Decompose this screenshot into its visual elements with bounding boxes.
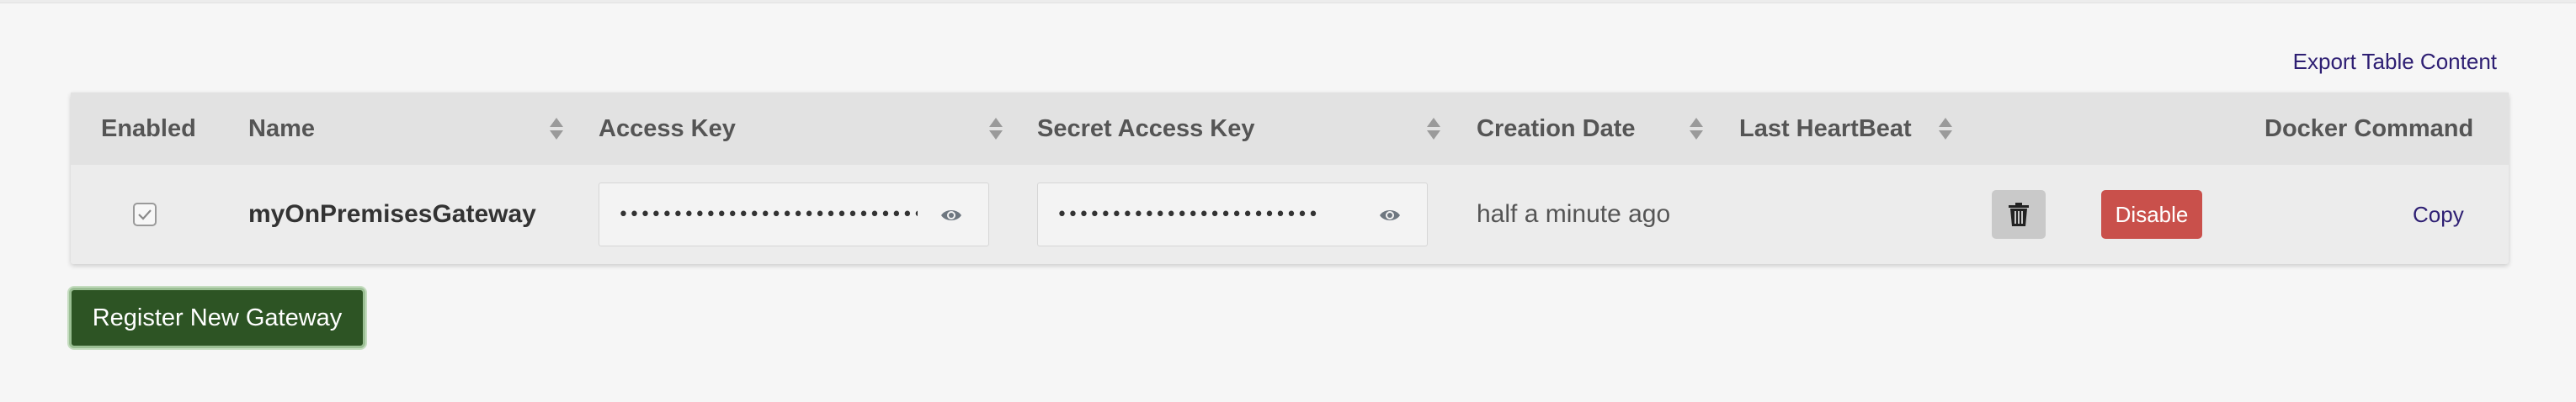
sort-access-key-icon[interactable] [988,116,1003,141]
sort-last-heartbeat-icon[interactable] [1938,116,1953,141]
header-enabled: Enabled [101,114,196,142]
access-key-field[interactable]: ••••••••••••••••••••••••••••••••••• [599,182,989,246]
sort-name-icon[interactable] [549,116,564,141]
creation-date-value: half a minute ago [1477,200,1671,228]
copy-docker-command-link[interactable]: Copy [2413,202,2464,228]
table-row: myOnPremisesGateway ••••••••••••••••••••… [71,165,2509,264]
show-secret-access-key-eye-icon[interactable] [1378,205,1402,225]
show-access-key-eye-icon[interactable] [939,205,963,225]
creation-date-cell: half a minute ago [1477,165,1670,264]
delete-cell [1992,165,2046,264]
trash-icon [2009,203,2029,226]
enabled-checkbox[interactable] [133,203,157,226]
header-last-heartbeat[interactable]: Last HeartBeat [1739,93,1912,165]
sort-secret-access-key-icon[interactable] [1426,116,1441,141]
header-name[interactable]: Name [248,93,315,165]
gateways-table: Enabled Name Access Key Secret Access Ke… [71,93,2509,264]
enabled-cell [133,165,157,264]
disable-cell: Disable [2101,165,2202,264]
disable-gateway-button[interactable]: Disable [2101,190,2202,239]
header-secret-access-key[interactable]: Secret Access Key [1037,93,1255,165]
top-divider [0,0,2576,3]
name-cell: myOnPremisesGateway [248,165,536,264]
register-new-gateway-button[interactable]: Register New Gateway [69,288,365,348]
secret-access-key-value: •••••••••••••••••••••••••••••• [1056,204,1317,225]
export-table-content-link[interactable]: Export Table Content [2293,49,2497,75]
docker-command-cell: Copy [2413,165,2464,264]
table-header-row: Enabled Name Access Key Secret Access Ke… [71,93,2509,165]
secret-access-key-field[interactable]: •••••••••••••••••••••••••••••• [1037,182,1428,246]
secret-access-key-cell: •••••••••••••••••••••••••••••• [1037,165,1428,264]
header-docker-command: Docker Command [2265,114,2474,142]
access-key-cell: ••••••••••••••••••••••••••••••••••• [599,165,989,264]
header-creation-date[interactable]: Creation Date [1477,93,1636,165]
access-key-value: ••••••••••••••••••••••••••••••••••• [618,204,918,225]
header-access-key[interactable]: Access Key [599,93,736,165]
checkbox-check-icon [138,209,152,220]
sort-creation-date-icon[interactable] [1689,116,1704,141]
gateway-name: myOnPremisesGateway [248,200,536,228]
delete-gateway-button[interactable] [1992,190,2046,239]
